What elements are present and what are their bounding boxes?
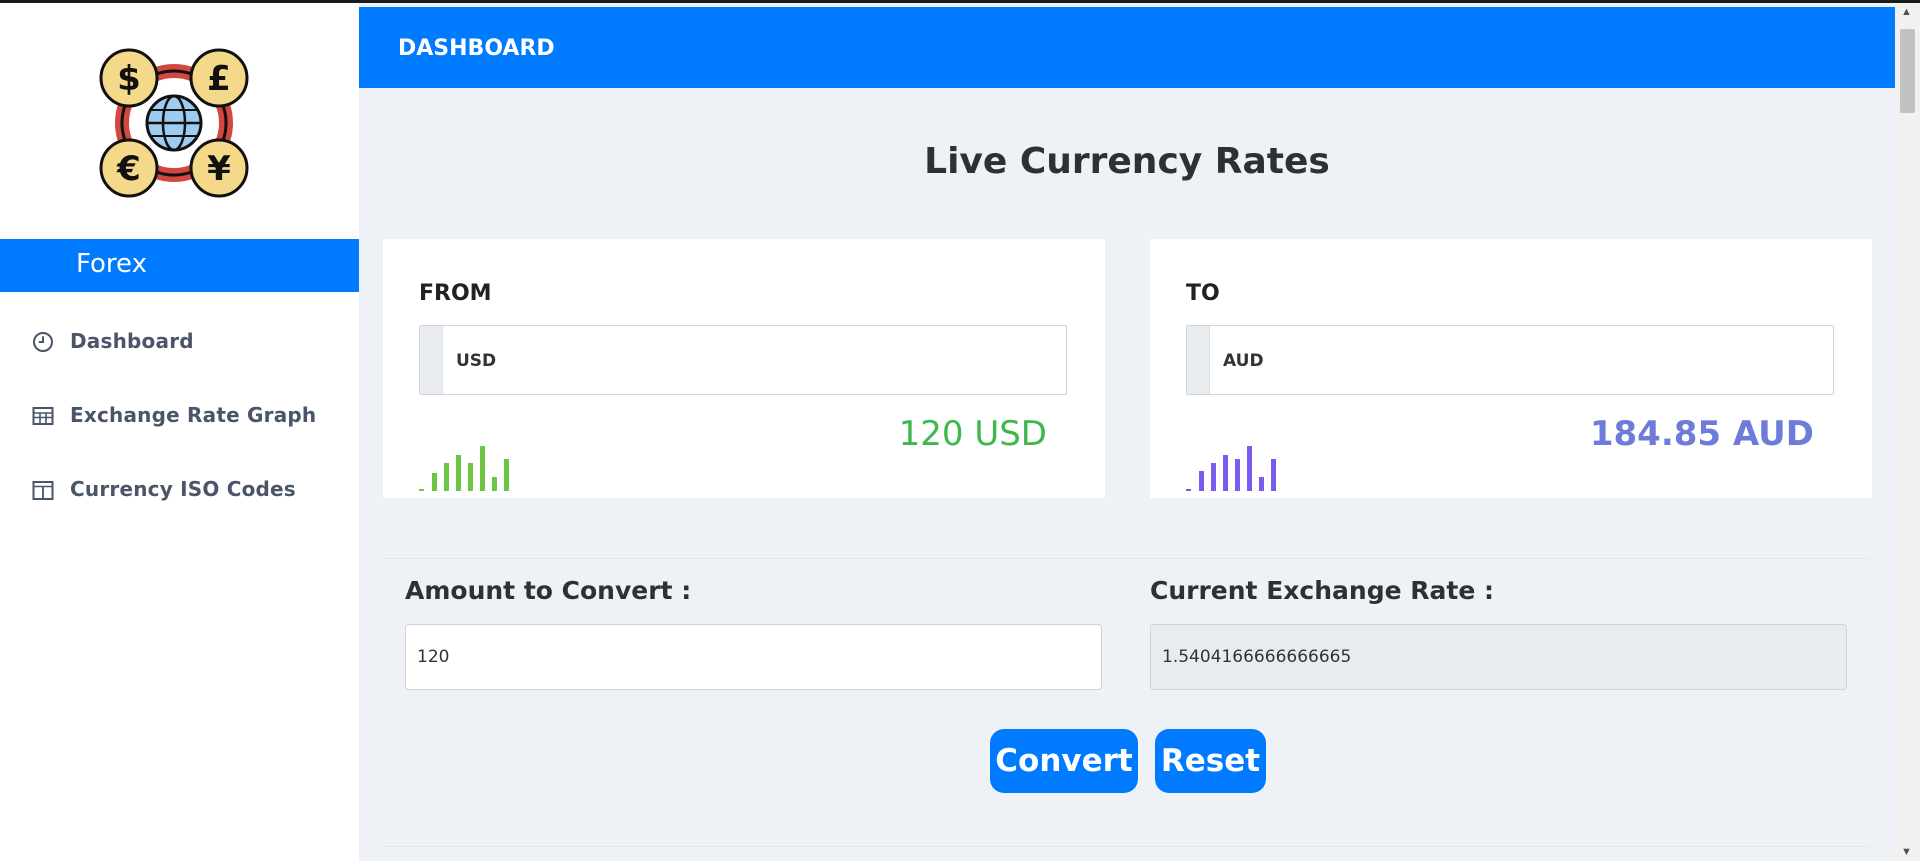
- exchange-rate-label: Current Exchange Rate :: [1150, 576, 1494, 605]
- brand-bar[interactable]: Forex: [0, 239, 359, 292]
- spark-bar: [468, 463, 473, 491]
- select-addon: [1187, 326, 1210, 394]
- to-label: TO: [1186, 281, 1220, 306]
- scrollbar-thumb[interactable]: [1900, 29, 1915, 113]
- exchange-rate-field[interactable]: [1150, 624, 1847, 690]
- spark-bar: [1247, 446, 1252, 491]
- sidebar: $ £ € ¥ Forex Dashboard Exchange Rate Gr…: [0, 3, 359, 861]
- page-title: Live Currency Rates: [924, 141, 1330, 182]
- section-divider: [383, 846, 1871, 847]
- spark-bar: [1235, 459, 1240, 491]
- spark-bar: [504, 459, 509, 491]
- from-card: FROM USD 120 USD: [383, 239, 1105, 498]
- sidebar-item-currency-iso-codes[interactable]: Currency ISO Codes: [0, 464, 359, 514]
- spark-bar: [1259, 477, 1264, 491]
- scroll-up-icon[interactable]: ▲: [1901, 6, 1912, 18]
- from-currency-value: USD: [456, 351, 497, 371]
- clock-icon: [33, 332, 53, 352]
- main-content: DASHBOARD Live Currency Rates FROM USD 1…: [359, 3, 1895, 861]
- from-currency-select[interactable]: USD: [419, 325, 1067, 395]
- to-currency-value: AUD: [1223, 351, 1264, 371]
- spark-bar: [1211, 463, 1216, 491]
- sidebar-item-dashboard[interactable]: Dashboard: [0, 316, 359, 366]
- scroll-down-icon[interactable]: ▼: [1901, 846, 1912, 858]
- table-icon: [32, 407, 54, 425]
- sidebar-item-label: Currency ISO Codes: [70, 477, 296, 501]
- svg-text:€: €: [116, 149, 141, 189]
- to-card: TO AUD 184.85 AUD: [1150, 239, 1872, 498]
- header-title: DASHBOARD: [398, 36, 555, 61]
- spark-bar: [1186, 489, 1191, 491]
- spark-bar: [1271, 459, 1276, 491]
- section-divider: [383, 558, 1871, 559]
- columns-icon: [32, 481, 54, 500]
- spark-bar: [1199, 471, 1204, 491]
- spark-bar: [456, 455, 461, 491]
- from-amount: 120 USD: [898, 414, 1047, 454]
- vertical-scrollbar[interactable]: ▲ ▼: [1895, 3, 1920, 861]
- svg-text:¥: ¥: [207, 149, 231, 189]
- header-bar: DASHBOARD: [359, 7, 1895, 88]
- sidebar-item-label: Exchange Rate Graph: [70, 403, 317, 427]
- amount-input[interactable]: [405, 624, 1102, 690]
- amount-label: Amount to Convert :: [405, 576, 692, 605]
- spark-bar: [432, 473, 437, 491]
- reset-button[interactable]: Reset: [1155, 729, 1266, 793]
- from-sparkline-bars: [419, 445, 529, 491]
- to-sparkline-bars: [1186, 445, 1296, 491]
- currency-exchange-logo-icon: $ £ € ¥: [99, 48, 249, 198]
- spark-bar: [444, 463, 449, 491]
- sidebar-item-label: Dashboard: [70, 329, 194, 353]
- spark-bar: [1223, 455, 1228, 491]
- to-amount: 184.85 AUD: [1589, 414, 1814, 454]
- convert-button[interactable]: Convert: [990, 729, 1138, 793]
- svg-text:£: £: [207, 59, 231, 99]
- to-currency-select[interactable]: AUD: [1186, 325, 1834, 395]
- spark-bar: [492, 477, 497, 491]
- brand-label: Forex: [76, 249, 147, 279]
- svg-text:$: $: [117, 59, 141, 99]
- spark-bar: [480, 446, 485, 491]
- select-addon: [420, 326, 443, 394]
- spark-bar: [419, 489, 424, 491]
- from-label: FROM: [419, 281, 492, 306]
- sidebar-item-exchange-rate-graph[interactable]: Exchange Rate Graph: [0, 390, 359, 440]
